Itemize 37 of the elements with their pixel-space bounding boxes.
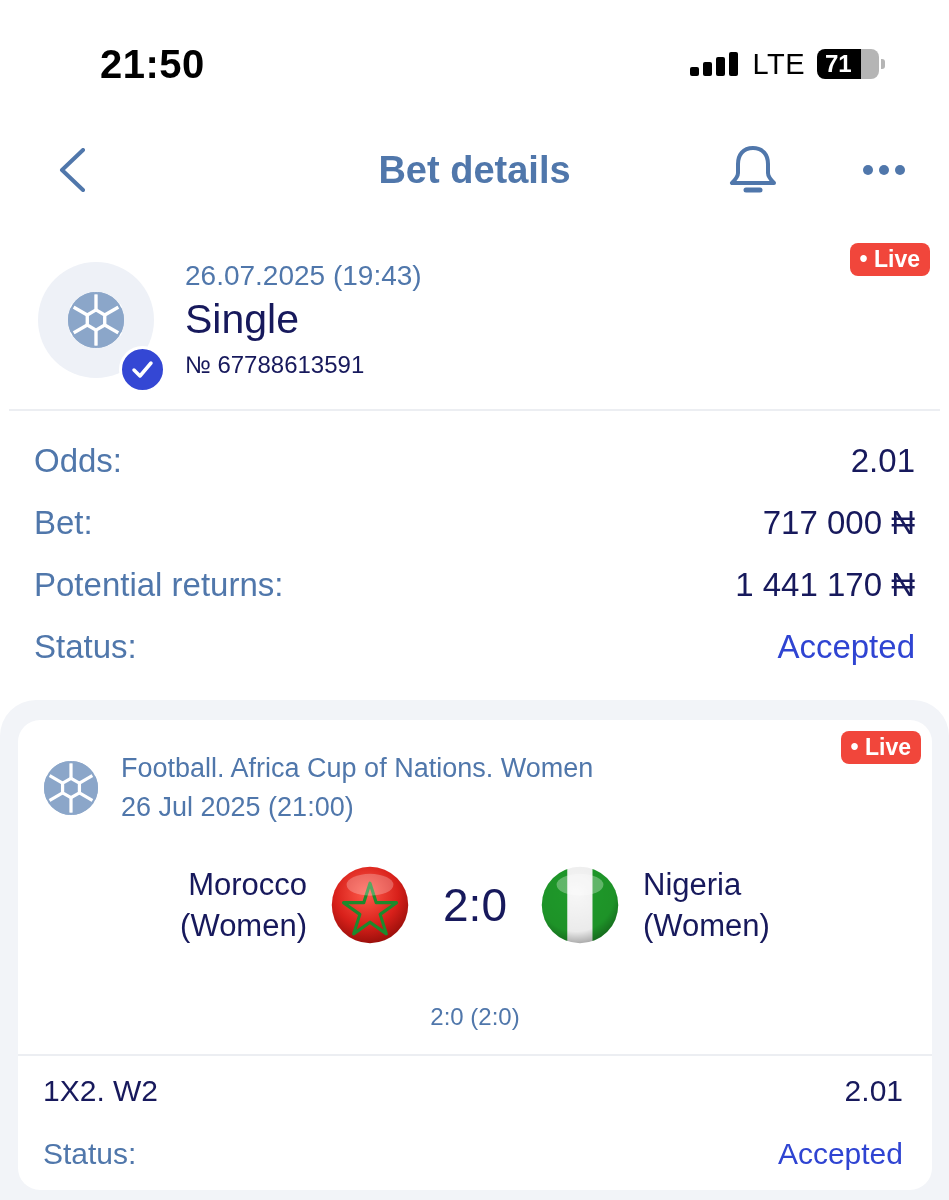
event-start: 26 Jul 2025 (21:00)	[121, 791, 355, 824]
bet-date: 26.07.2025 (19:43)	[185, 259, 422, 293]
summary-label: Status:	[34, 628, 137, 666]
more-icon	[863, 165, 905, 175]
summary-label: Odds:	[34, 442, 123, 480]
match-score: 2:0	[442, 878, 508, 932]
back-icon	[58, 148, 86, 192]
morocco-flag-icon	[331, 866, 409, 944]
summary-value: 2.01	[850, 442, 915, 480]
live-badge: • Live	[849, 243, 930, 276]
home-team: Morocco (Women)	[180, 866, 307, 945]
live-badge: • Live	[840, 731, 921, 764]
tournament-name: Football. Africa Cup of Nations. Women	[121, 752, 594, 785]
bell-icon	[729, 145, 777, 195]
summary-label: Bet:	[34, 504, 93, 542]
selection-label: 1X2. W2	[43, 1073, 159, 1108]
selection-value: Accepted	[777, 1136, 903, 1171]
page-title: Bet details	[378, 148, 571, 192]
summary-value: 1 441 170 ₦	[735, 566, 915, 604]
summary-value: 717 000 ₦	[762, 504, 915, 542]
back-button[interactable]	[58, 148, 86, 192]
network-type: LTE	[752, 47, 805, 81]
bet-number: № 67788613591	[185, 350, 366, 380]
battery-percent: 71	[825, 52, 852, 76]
football-icon	[68, 292, 124, 348]
selection-value: 2.01	[844, 1073, 903, 1108]
notification-button[interactable]	[729, 145, 777, 195]
signal-icon	[690, 52, 741, 76]
away-team: Nigeria (Women)	[643, 866, 770, 945]
summary-label: Potential returns:	[34, 566, 284, 604]
summary-value: Accepted	[777, 628, 915, 666]
selection-label: Status:	[43, 1136, 137, 1171]
status-time: 21:50	[100, 41, 205, 87]
bet-type: Single	[185, 295, 300, 344]
football-icon	[44, 761, 98, 815]
more-button[interactable]	[863, 165, 905, 175]
period-score: 2:0 (2:0)	[430, 1002, 520, 1032]
